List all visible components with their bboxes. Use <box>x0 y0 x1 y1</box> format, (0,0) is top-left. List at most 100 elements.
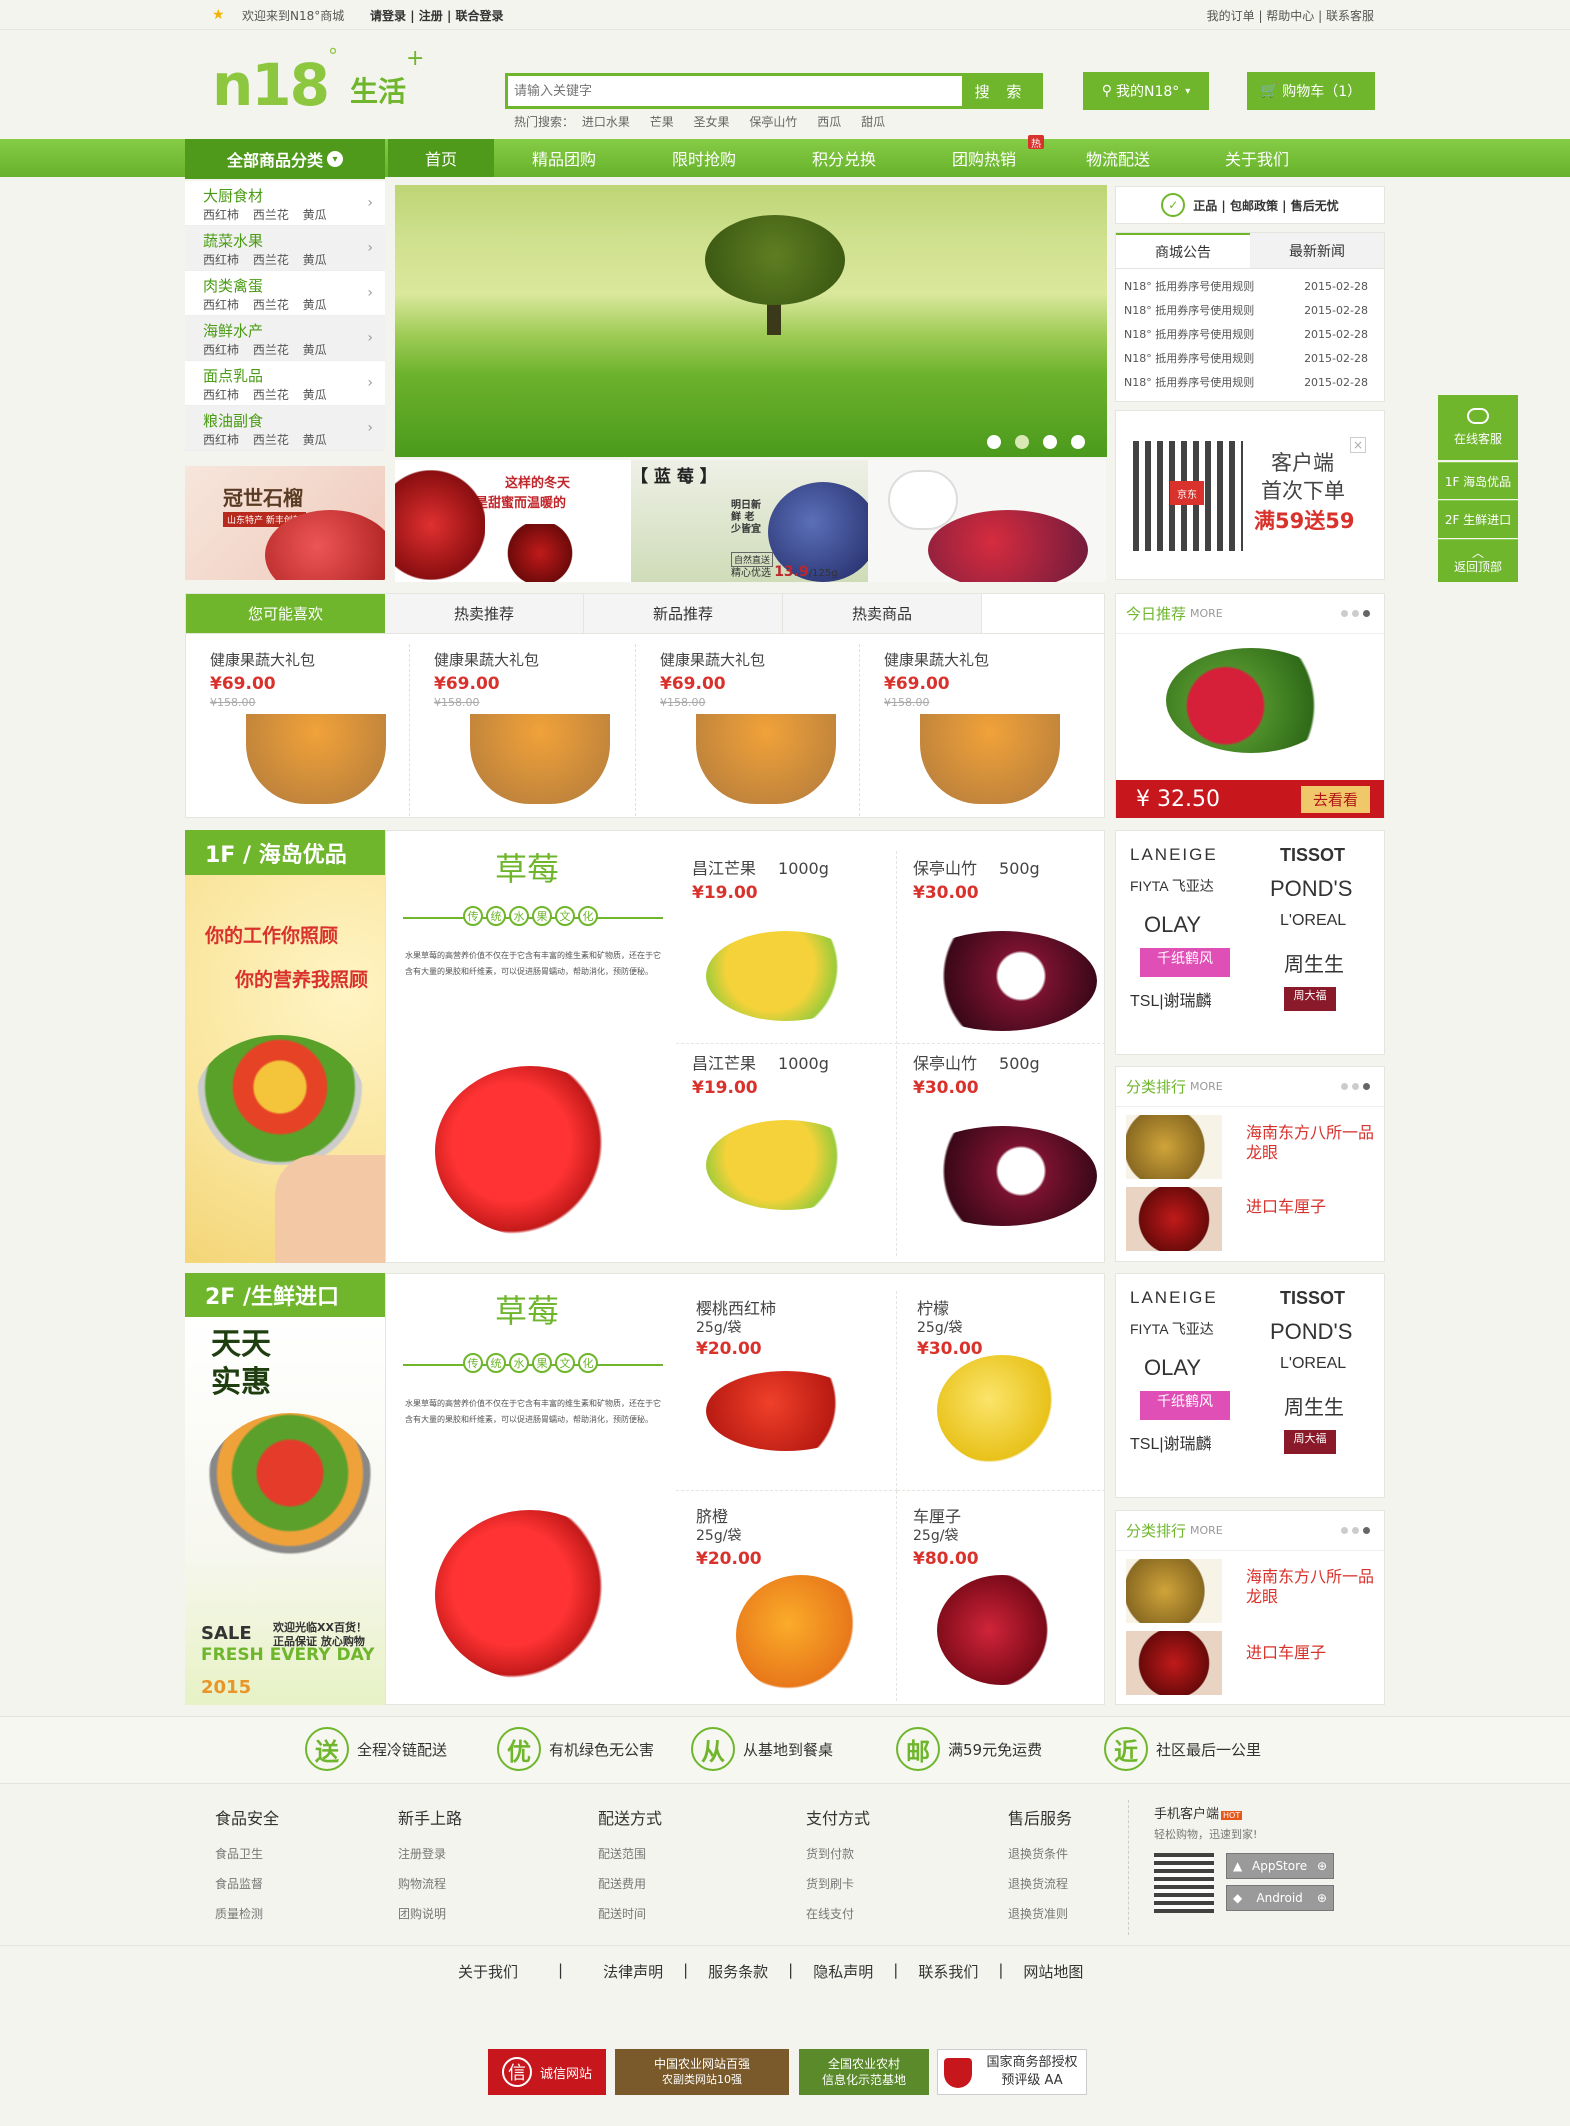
news-item[interactable]: N18° 抵用券序号使用规则 2015-02-28 <box>1124 371 1376 395</box>
footer-nav-link[interactable]: 服务条款 <box>708 1961 768 1982</box>
product-card[interactable]: 保亭山竹 500g ¥30.00 <box>897 1046 1105 1256</box>
my-account-button[interactable]: ⚲ 我的N18° ▾ <box>1083 72 1209 110</box>
my-orders-link[interactable]: 我的订单 <box>1207 9 1255 23</box>
rank-item[interactable]: 海南东方八所一品龙眼 <box>1126 1559 1376 1623</box>
cert-badge[interactable]: 中国农业网站百强 农副类网站10强 <box>615 2049 789 2095</box>
more-link[interactable]: MORE <box>1190 1080 1223 1093</box>
rank-item[interactable]: 进口车厘子 <box>1126 1631 1376 1695</box>
footer-link[interactable]: 食品卫生 <box>215 1839 279 1869</box>
main-banner[interactable] <box>395 185 1107 457</box>
brand-logo[interactable]: 周大福 <box>1284 1430 1336 1454</box>
footer-link[interactable]: 退换货流程 <box>1008 1869 1072 1899</box>
pager-dot[interactable] <box>1341 1527 1348 1534</box>
sub-banner-blueberry[interactable]: 【 蓝 莓 】 明日新鲜 老少皆宜 自然直送 精心优选 13.9/125g <box>631 460 868 582</box>
pomegranate-ad[interactable]: 冠世石榴 山东特产 新丰创新 <box>185 466 385 580</box>
footer-nav-link[interactable]: 关于我们 <box>458 1961 518 1982</box>
brand-logo[interactable]: POND'S <box>1250 876 1370 902</box>
pager-dot[interactable] <box>1352 1083 1359 1090</box>
brand-logo[interactable]: FIYTA 飞亚达 <box>1130 1319 1250 1345</box>
hot-search-item[interactable]: 甜瓜 <box>861 115 885 129</box>
pager-dot[interactable] <box>1363 610 1370 617</box>
site-logo[interactable]: n18 ° 生活 + <box>212 44 424 114</box>
hot-search-item[interactable]: 进口水果 <box>582 115 630 129</box>
news-item[interactable]: N18° 抵用券序号使用规则 2015-02-28 <box>1124 299 1376 323</box>
product-card[interactable]: 健康果蔬大礼包 ¥69.00 ¥158.00 <box>636 644 860 816</box>
floor2-feature[interactable]: 草莓 传 统 水 果 文 化 水果草莓的高营养价值不仅在于它含有丰富的维生素和矿… <box>395 1284 673 1698</box>
sidebar-online-service[interactable]: 在线客服 <box>1438 395 1518 460</box>
floor2-ad[interactable]: 天天 实惠 SALE 欢迎光临XX百货！ 正品保证 放心购物 FRESH EVE… <box>185 1317 385 1705</box>
product-card[interactable]: 车厘子 25g/袋 ¥80.00 <box>897 1491 1105 1701</box>
sub-banner-cherry[interactable]: 这样的冬天 是甜蜜而温暖的 <box>395 460 631 582</box>
search-input[interactable] <box>508 76 948 106</box>
register-link[interactable]: 注册 <box>419 9 443 23</box>
footer-link[interactable]: 配送范围 <box>598 1839 662 1869</box>
tab-new-products[interactable]: 新品推荐 <box>584 594 783 633</box>
union-login-link[interactable]: 联合登录 <box>456 9 504 23</box>
cart-button[interactable]: 🛒 购物车（1） <box>1247 72 1375 110</box>
hot-search-item[interactable]: 芒果 <box>650 115 674 129</box>
footer-link[interactable]: 食品监督 <box>215 1869 279 1899</box>
sub-banner-berries[interactable] <box>868 460 1106 582</box>
hot-search-item[interactable]: 圣女果 <box>694 115 730 129</box>
brand-logo[interactable]: LANEIGE <box>1130 1288 1250 1309</box>
contact-service-link[interactable]: 联系客服 <box>1326 9 1374 23</box>
category-item[interactable]: 粮油副食 西红柿 西兰花 黄瓜 › <box>185 406 385 451</box>
all-categories-button[interactable]: 全部商品分类 ▾ <box>185 139 385 179</box>
sidebar-floor-2[interactable]: 2F 生鲜进口 <box>1438 500 1518 538</box>
banner-dot[interactable] <box>1071 435 1085 449</box>
tab-hot-recommend[interactable]: 热卖推荐 <box>385 594 584 633</box>
nav-logistics[interactable]: 物流配送 <box>1054 139 1182 177</box>
brand-logo[interactable]: FIYTA 飞亚达 <box>1130 876 1250 902</box>
product-card[interactable]: 健康果蔬大礼包 ¥69.00 ¥158.00 <box>186 644 410 816</box>
brand-logo[interactable]: 周大福 <box>1284 987 1336 1011</box>
brand-logo[interactable]: LANEIGE <box>1130 845 1250 866</box>
nav-flash-sale[interactable]: 限时抢购 <box>634 139 774 177</box>
help-center-link[interactable]: 帮助中心 <box>1266 9 1314 23</box>
nav-home[interactable]: 首页 <box>388 139 494 177</box>
product-card[interactable]: 昌江芒果 1000g ¥19.00 <box>676 851 897 1044</box>
brand-logo[interactable]: L'OREAL <box>1250 1355 1370 1381</box>
product-card[interactable]: 脐橙 25g/袋 ¥20.00 <box>676 1491 897 1701</box>
news-item[interactable]: N18° 抵用券序号使用规则 2015-02-28 <box>1124 275 1376 299</box>
more-link[interactable]: MORE <box>1190 1524 1223 1537</box>
product-card[interactable]: 昌江芒果 1000g ¥19.00 <box>676 1046 897 1256</box>
product-card[interactable]: 保亭山竹 500g ¥30.00 <box>897 851 1105 1044</box>
pager-dot[interactable] <box>1341 610 1348 617</box>
category-item[interactable]: 面点乳品 西红柿 西兰花 黄瓜 › <box>185 361 385 406</box>
pager-dot[interactable] <box>1352 1527 1359 1534</box>
close-icon[interactable]: × <box>1350 437 1366 453</box>
news-item[interactable]: N18° 抵用券序号使用规则 2015-02-28 <box>1124 347 1376 371</box>
brand-logo[interactable]: TISSOT <box>1250 845 1370 866</box>
tab-latest-news[interactable]: 最新新闻 <box>1250 233 1384 268</box>
footer-link[interactable]: 质量检测 <box>215 1899 279 1929</box>
brand-logo[interactable]: L'OREAL <box>1250 912 1370 938</box>
product-card[interactable]: 健康果蔬大礼包 ¥69.00 ¥158.00 <box>860 644 1084 816</box>
brand-logo[interactable]: TISSOT <box>1250 1288 1370 1309</box>
brand-logo[interactable]: 千纸鹤风 <box>1140 1391 1230 1420</box>
nav-points[interactable]: 积分兑换 <box>774 139 914 177</box>
footer-link[interactable]: 配送时间 <box>598 1899 662 1929</box>
pager-dot[interactable] <box>1363 1083 1370 1090</box>
search-button[interactable]: 搜 索 <box>962 76 1040 106</box>
category-item[interactable]: 大厨食材 西红柿 西兰花 黄瓜 › <box>185 181 385 226</box>
brand-logo[interactable]: 周生生 <box>1250 948 1370 977</box>
cert-badge[interactable]: 信诚信网站 <box>488 2049 606 2095</box>
sidebar-floor-1[interactable]: 1F 海岛优品 <box>1438 462 1518 499</box>
banner-dot[interactable] <box>987 435 1001 449</box>
product-card[interactable]: 樱桃西红柿 25g/袋 ¥20.00 <box>676 1291 897 1491</box>
brand-logo[interactable]: TSL|谢瑞麟 <box>1130 987 1250 1011</box>
banner-dot[interactable] <box>1015 435 1029 449</box>
product-card[interactable]: 健康果蔬大礼包 ¥69.00 ¥158.00 <box>410 644 636 816</box>
floor1-ad[interactable]: 你的工作你照顾 你的营养我照顾 <box>185 875 385 1263</box>
nav-about[interactable]: 关于我们 <box>1182 139 1332 177</box>
nav-group-buy[interactable]: 精品团购 <box>494 139 634 177</box>
brand-logo[interactable]: 周生生 <box>1250 1391 1370 1420</box>
more-link[interactable]: MORE <box>1190 607 1223 620</box>
appstore-button[interactable]: ▲ AppStore ⊕ <box>1226 1853 1334 1879</box>
sidebar-back-to-top[interactable]: ︿ 返回顶部 <box>1438 539 1518 582</box>
floor1-feature[interactable]: 草莓 传 统 水 果 文 化 水果草莓的高营养价值不仅在于它含有丰富的维生素和矿… <box>395 836 673 1256</box>
app-qr-promo[interactable]: 京东 客户端 首次下单 满59送59 × <box>1115 410 1385 580</box>
tab-announcements[interactable]: 商城公告 <box>1116 233 1250 268</box>
footer-link[interactable]: 退换货条件 <box>1008 1839 1072 1869</box>
brand-logo[interactable]: OLAY <box>1130 912 1250 938</box>
